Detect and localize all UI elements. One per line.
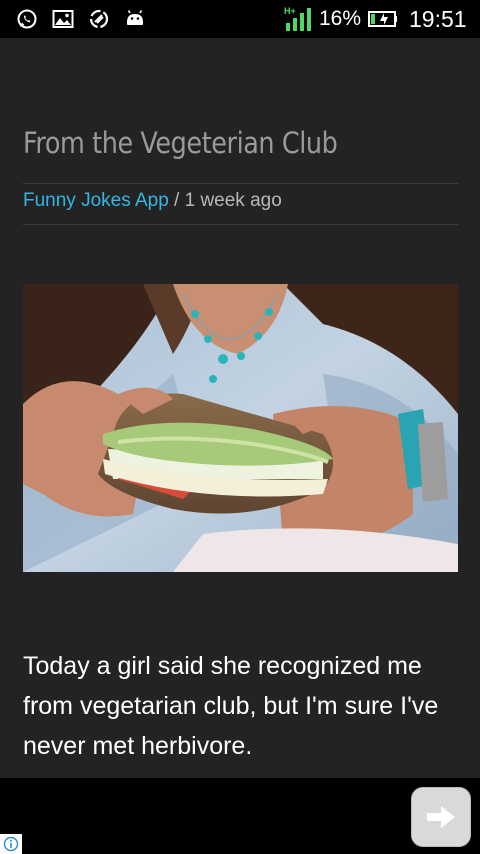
article-image — [23, 284, 458, 572]
article-meta: Funny Jokes App / 1 week ago — [23, 190, 282, 212]
meta-separator: / — [168, 190, 185, 211]
sandwich-photo — [23, 284, 458, 572]
ad-info-button[interactable] — [0, 834, 22, 854]
network-type-label: H+ — [284, 6, 296, 16]
arrow-right-icon — [427, 806, 455, 828]
status-bar: H+ 16% 19:51 — [0, 0, 480, 38]
android-icon — [127, 10, 143, 25]
meta-divider — [23, 224, 458, 225]
next-joke-button[interactable] — [411, 787, 471, 847]
signal-icon: H+ — [284, 6, 311, 31]
info-icon — [3, 836, 19, 852]
ad-banner[interactable] — [0, 778, 480, 854]
battery-percent: 16% — [319, 7, 362, 30]
signal-indicator: H+ — [284, 0, 314, 38]
article-title: From the Vegeterian Club — [23, 126, 338, 160]
battery-icon — [368, 11, 397, 27]
sync-icon — [89, 9, 109, 29]
clock: 19:51 — [409, 5, 467, 32]
gallery-icon — [52, 10, 74, 28]
article-body: Today a girl said she recognized me from… — [23, 652, 439, 760]
whatsapp-icon — [17, 9, 37, 29]
title-divider — [23, 183, 458, 184]
time-ago: 1 week ago — [184, 190, 282, 211]
source-link[interactable]: Funny Jokes App — [23, 190, 169, 211]
